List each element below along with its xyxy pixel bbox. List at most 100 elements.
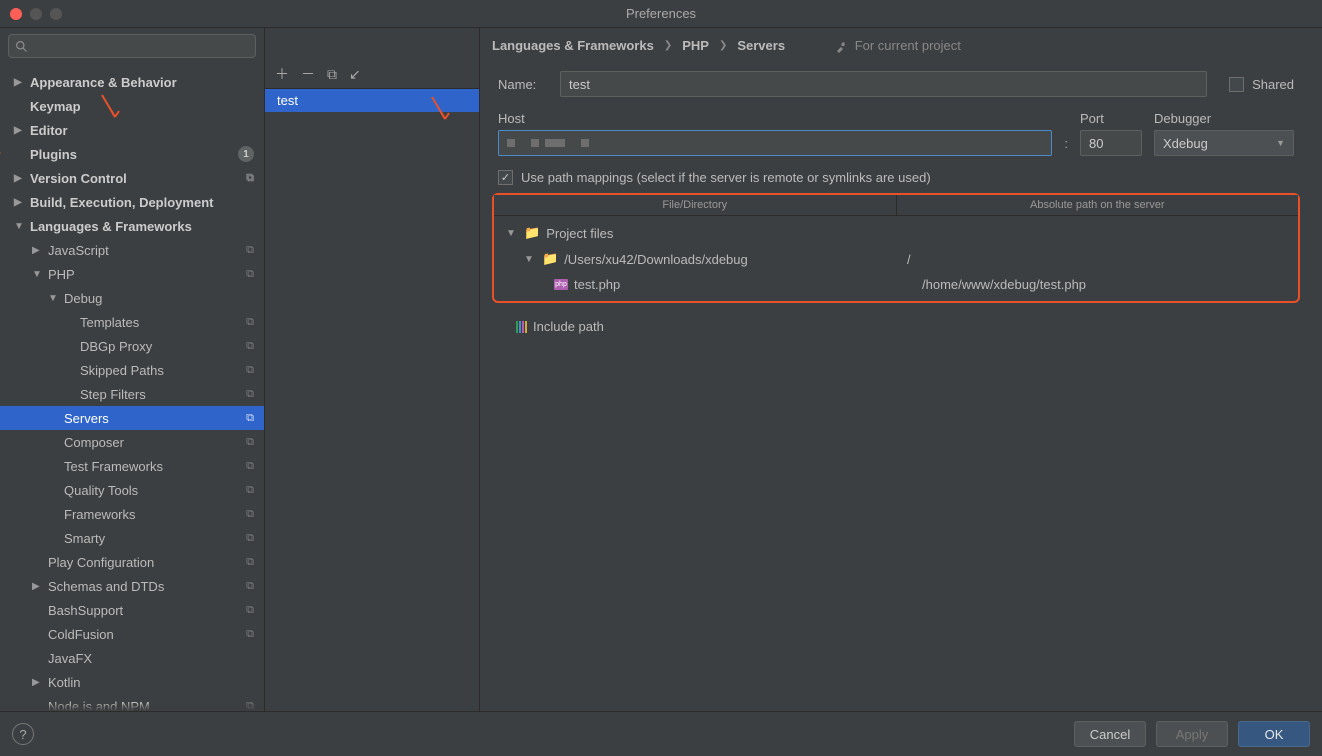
include-path-row[interactable]: Include path xyxy=(498,313,1294,340)
import-button[interactable]: ↙ xyxy=(349,66,361,83)
column-absolute-path: Absolute path on the server xyxy=(897,195,1299,215)
copy-icon: ⧉ xyxy=(246,484,254,497)
sidebar-item-plugins[interactable]: Plugins1 xyxy=(0,142,264,166)
sidebar-item-play[interactable]: Play Configuration⧉ xyxy=(0,550,264,574)
project-scope-label: For current project xyxy=(835,38,961,53)
folder-icon: 📁 xyxy=(542,251,558,267)
copy-server-button[interactable]: ⧉ xyxy=(327,66,337,83)
sidebar-item-schemas[interactable]: Schemas and DTDs⧉ xyxy=(0,574,264,598)
shared-checkbox[interactable] xyxy=(1229,77,1244,92)
search-input[interactable] xyxy=(8,34,256,58)
host-label: Host xyxy=(498,111,1040,126)
port-field[interactable] xyxy=(1080,130,1142,156)
host-field[interactable] xyxy=(498,130,1052,156)
server-list-column: ＋ － ⧉ ↙ test xyxy=(265,28,480,711)
copy-icon: ⧉ xyxy=(246,460,254,473)
copy-icon: ⧉ xyxy=(246,580,254,593)
plugins-badge: 1 xyxy=(238,146,254,162)
debugger-select[interactable]: Xdebug ▼ xyxy=(1154,130,1294,156)
shared-label: Shared xyxy=(1252,77,1294,92)
add-server-button[interactable]: ＋ xyxy=(275,64,289,84)
copy-icon: ⧉ xyxy=(246,628,254,641)
sidebar-item-composer[interactable]: Composer⧉ xyxy=(0,430,264,454)
copy-icon: ⧉ xyxy=(246,268,254,281)
include-path-icon xyxy=(516,321,527,333)
copy-icon: ⧉ xyxy=(246,340,254,353)
wrench-icon xyxy=(835,41,847,53)
sidebar-item-bash[interactable]: BashSupport⧉ xyxy=(0,598,264,622)
server-list-toolbar: ＋ － ⧉ ↙ xyxy=(265,60,479,89)
port-label: Port xyxy=(1080,111,1142,126)
path-mappings-panel: File/Directory Absolute path on the serv… xyxy=(492,193,1300,303)
sidebar-item-frameworks[interactable]: Frameworks⧉ xyxy=(0,502,264,526)
sidebar-item-smarty[interactable]: Smarty⧉ xyxy=(0,526,264,550)
name-field[interactable] xyxy=(560,71,1207,97)
copy-icon: ⧉ xyxy=(246,316,254,329)
breadcrumb-item[interactable]: Servers xyxy=(737,38,785,53)
php-file-icon: php xyxy=(554,279,568,290)
mappings-header: File/Directory Absolute path on the serv… xyxy=(494,195,1298,216)
map-row-project-files[interactable]: ▼ 📁 Project files xyxy=(494,220,1298,246)
settings-sidebar: Appearance & Behavior Keymap Editor Plug… xyxy=(0,28,265,711)
search-icon xyxy=(15,40,28,53)
sidebar-item-build[interactable]: Build, Execution, Deployment xyxy=(0,190,264,214)
copy-icon: ⧉ xyxy=(246,532,254,545)
server-list-item[interactable]: test xyxy=(265,89,479,112)
chevron-right-icon: ❯ xyxy=(719,40,727,51)
chevron-down-icon: ▼ xyxy=(506,228,518,239)
sidebar-item-coldfusion[interactable]: ColdFusion⧉ xyxy=(0,622,264,646)
sidebar-item-dbgp-proxy[interactable]: DBGp Proxy⧉ xyxy=(0,334,264,358)
ok-button[interactable]: OK xyxy=(1238,721,1310,747)
copy-icon: ⧉ xyxy=(246,412,254,425)
chevron-right-icon: ❯ xyxy=(664,40,672,51)
cancel-button[interactable]: Cancel xyxy=(1074,721,1146,747)
settings-tree: Appearance & Behavior Keymap Editor Plug… xyxy=(0,64,264,711)
sidebar-item-keymap[interactable]: Keymap xyxy=(0,94,264,118)
sidebar-item-javascript[interactable]: JavaScript⧉ xyxy=(0,238,264,262)
sidebar-item-templates[interactable]: Templates⧉ xyxy=(0,310,264,334)
breadcrumb-item[interactable]: Languages & Frameworks xyxy=(492,38,654,53)
colon-separator: : xyxy=(1064,136,1068,151)
sidebar-item-servers[interactable]: Servers⧉ xyxy=(0,406,264,430)
use-path-mappings-label: Use path mappings (select if the server … xyxy=(521,170,931,185)
column-file-directory: File/Directory xyxy=(494,195,897,215)
sidebar-item-languages-frameworks[interactable]: Languages & Frameworks xyxy=(0,214,264,238)
sidebar-item-appearance[interactable]: Appearance & Behavior xyxy=(0,70,264,94)
sidebar-item-quality-tools[interactable]: Quality Tools⧉ xyxy=(0,478,264,502)
host-obscured xyxy=(507,131,1043,155)
copy-icon: ⧉ xyxy=(246,604,254,617)
sidebar-item-test-frameworks[interactable]: Test Frameworks⧉ xyxy=(0,454,264,478)
titlebar: Preferences xyxy=(0,0,1322,28)
apply-button[interactable]: Apply xyxy=(1156,721,1228,747)
sidebar-item-debug[interactable]: Debug xyxy=(0,286,264,310)
sidebar-item-skipped-paths[interactable]: Skipped Paths⧉ xyxy=(0,358,264,382)
breadcrumb-item[interactable]: PHP xyxy=(682,38,709,53)
sidebar-item-kotlin[interactable]: Kotlin xyxy=(0,670,264,694)
window-title: Preferences xyxy=(0,6,1322,21)
use-path-mappings-checkbox[interactable] xyxy=(498,170,513,185)
map-row-file[interactable]: php test.php /home/www/xdebug/test.php xyxy=(494,272,1298,297)
breadcrumb: Languages & Frameworks ❯ PHP ❯ Servers F… xyxy=(480,28,1322,61)
sidebar-item-javafx[interactable]: JavaFX xyxy=(0,646,264,670)
copy-icon: ⧉ xyxy=(246,172,254,185)
copy-icon: ⧉ xyxy=(246,388,254,401)
copy-icon: ⧉ xyxy=(246,556,254,569)
name-label: Name: xyxy=(498,77,548,92)
remove-server-button[interactable]: － xyxy=(301,64,315,84)
copy-icon: ⧉ xyxy=(246,508,254,521)
main-content: Languages & Frameworks ❯ PHP ❯ Servers F… xyxy=(480,28,1322,711)
copy-icon: ⧉ xyxy=(246,436,254,449)
chevron-down-icon: ▼ xyxy=(1276,138,1285,148)
sidebar-item-version-control[interactable]: Version Control⧉ xyxy=(0,166,264,190)
debugger-label: Debugger xyxy=(1154,111,1294,126)
chevron-down-icon: ▼ xyxy=(524,254,536,265)
sidebar-item-editor[interactable]: Editor xyxy=(0,118,264,142)
copy-icon: ⧉ xyxy=(246,364,254,377)
sidebar-item-step-filters[interactable]: Step Filters⧉ xyxy=(0,382,264,406)
help-button[interactable]: ? xyxy=(12,723,34,745)
folder-icon: 📁 xyxy=(524,225,540,241)
copy-icon: ⧉ xyxy=(246,244,254,257)
map-row-project-root[interactable]: ▼ 📁 /Users/xu42/Downloads/xdebug / xyxy=(494,246,1298,272)
sidebar-item-php[interactable]: PHP⧉ xyxy=(0,262,264,286)
dialog-footer: ? Cancel Apply OK xyxy=(0,711,1322,756)
